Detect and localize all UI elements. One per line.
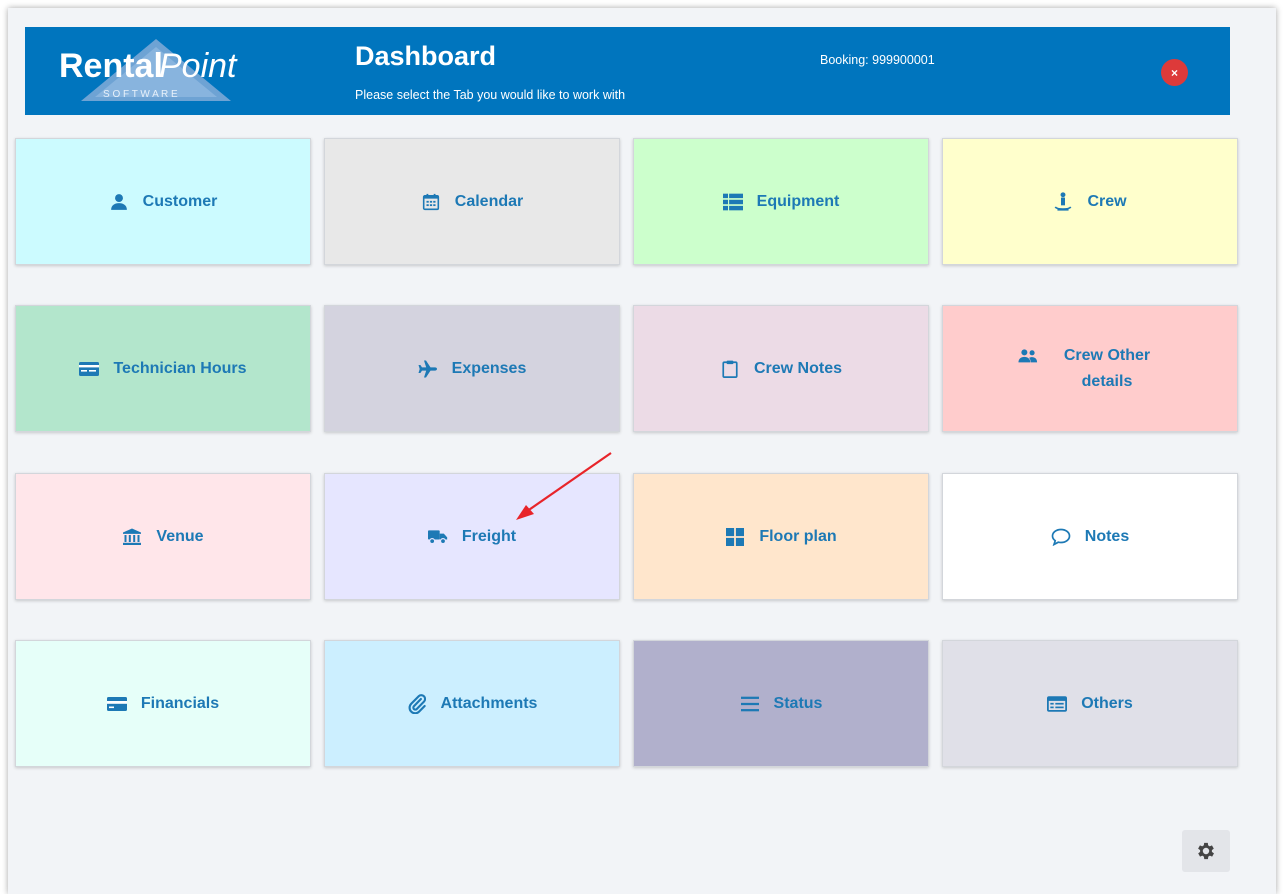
- booking-number: Booking: 999900001: [820, 53, 935, 67]
- dashboard-window: Rental Point S O F T W A R E Dashboard P…: [8, 8, 1276, 894]
- tile-label: Venue: [156, 527, 204, 545]
- logo-text-main: Rental: [59, 47, 163, 85]
- tile-content: Technician Hours: [79, 356, 247, 382]
- tile-content: Crew Notes: [720, 356, 842, 382]
- table-icon: [1047, 691, 1068, 717]
- clipboard-icon: [720, 356, 740, 382]
- user-icon: [109, 189, 129, 215]
- tile-label: Expenses: [451, 359, 527, 377]
- comment-icon: [1051, 524, 1071, 550]
- tile-content: Floor plan: [725, 524, 837, 550]
- tile-content: Attachments: [407, 691, 538, 717]
- page-title: Dashboard: [355, 41, 497, 71]
- tile-attachments[interactable]: Attachments: [324, 640, 620, 767]
- bars-icon: [740, 691, 760, 717]
- tile-label: Calendar: [454, 192, 524, 210]
- tile-label: Floor plan: [759, 527, 837, 545]
- tile-label: Equipment: [756, 192, 840, 210]
- plane-icon: [418, 356, 438, 382]
- logo-text-italic: Point: [159, 47, 238, 85]
- tile-crew-notes[interactable]: Crew Notes: [633, 305, 929, 432]
- tile-content: Expenses: [418, 356, 527, 382]
- calendar-icon: [421, 189, 441, 215]
- tile-floor-plan[interactable]: Floor plan: [633, 473, 929, 600]
- tile-others[interactable]: Others: [942, 640, 1238, 767]
- card-icon: [79, 356, 100, 382]
- tile-calendar[interactable]: Calendar: [324, 138, 620, 265]
- tile-content: Financials: [106, 691, 220, 717]
- tile-label: Notes: [1084, 527, 1130, 545]
- tile-technician-hours[interactable]: Technician Hours: [15, 305, 311, 432]
- list-icon: [722, 189, 743, 215]
- tile-equipment[interactable]: Equipment: [633, 138, 929, 265]
- tile-expenses[interactable]: Expenses: [324, 305, 620, 432]
- close-button[interactable]: ×: [1161, 59, 1188, 86]
- tile-content: Others: [1047, 691, 1133, 717]
- tile-status[interactable]: Status: [633, 640, 929, 767]
- tile-content: Status: [740, 691, 823, 717]
- tile-label: Crew: [1087, 192, 1127, 210]
- close-icon: ×: [1170, 65, 1178, 80]
- credit-card-icon: [106, 691, 127, 717]
- tile-financials[interactable]: Financials: [15, 640, 311, 767]
- grid-icon: [725, 524, 745, 550]
- gear-icon: [1198, 842, 1214, 860]
- tile-customer[interactable]: Customer: [15, 138, 311, 265]
- tile-crew-other-details[interactable]: Crew Other details: [942, 305, 1238, 432]
- tile-content: Equipment: [722, 189, 840, 215]
- tile-content: Customer: [109, 189, 218, 215]
- tile-venue[interactable]: Venue: [15, 473, 311, 600]
- tile-label: Freight: [461, 527, 517, 545]
- bank-icon: [122, 524, 142, 550]
- tile-notes[interactable]: Notes: [942, 473, 1238, 600]
- dashboard-header: Rental Point S O F T W A R E Dashboard P…: [25, 27, 1230, 115]
- crew-icon: [1053, 189, 1073, 215]
- tile-content: Crew: [1053, 189, 1127, 215]
- tile-content: Crew Other details: [1018, 343, 1162, 395]
- tile-content: Freight: [427, 524, 517, 550]
- tile-content: Notes: [1051, 524, 1129, 550]
- settings-button[interactable]: [1182, 830, 1230, 872]
- tile-label: Technician Hours: [113, 359, 247, 377]
- users-icon: [1018, 343, 1038, 369]
- page-subtitle: Please select the Tab you would like to …: [355, 88, 626, 102]
- tile-label: Status: [773, 694, 823, 712]
- paperclip-icon: [407, 691, 427, 717]
- tile-label: Financials: [140, 694, 220, 712]
- tile-content: Venue: [122, 524, 204, 550]
- tile-label: Others: [1081, 694, 1133, 712]
- tile-label: Attachments: [440, 694, 538, 712]
- rentalpoint-logo: Rental Point S O F T W A R E: [59, 39, 238, 101]
- tile-crew[interactable]: Crew: [942, 138, 1238, 265]
- tile-label: Customer: [142, 192, 218, 210]
- truck-icon: [427, 524, 448, 550]
- tile-freight[interactable]: Freight: [324, 473, 620, 600]
- tile-label: Crew Notes: [753, 359, 843, 377]
- tile-label: Crew Other details: [1063, 346, 1151, 390]
- logo-subtext: S O F T W A R E: [103, 89, 178, 100]
- tile-content: Calendar: [421, 189, 523, 215]
